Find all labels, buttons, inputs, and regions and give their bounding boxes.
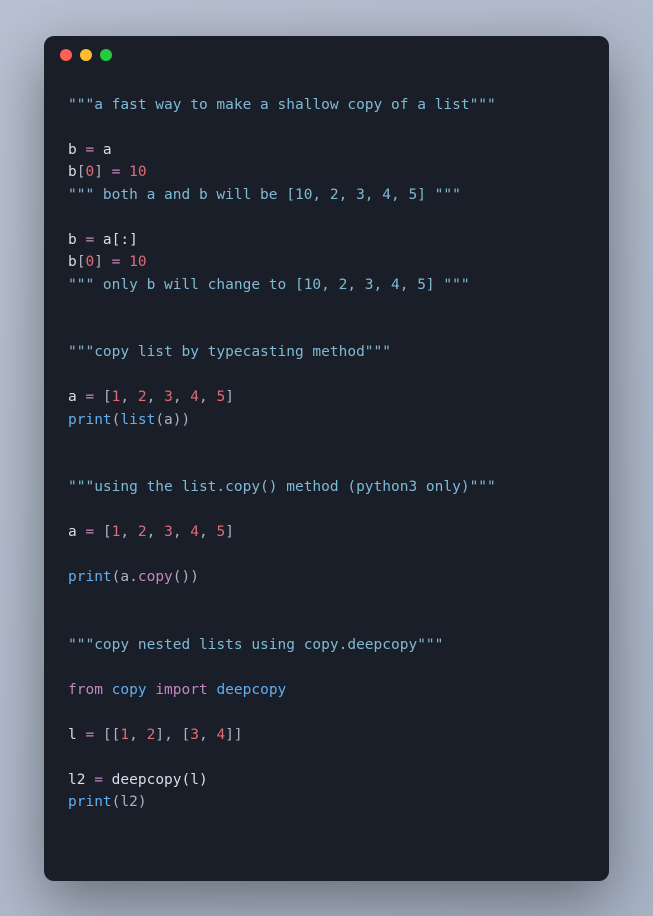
- code-var: a: [68, 389, 85, 405]
- window-titlebar: [44, 36, 609, 74]
- code-number: 3: [190, 727, 199, 743]
- minimize-icon[interactable]: [80, 49, 92, 61]
- code-number: 0: [85, 164, 94, 180]
- code-op: =: [94, 772, 103, 788]
- code-number: 4: [190, 389, 199, 405]
- code-var: l2: [68, 772, 94, 788]
- code-text: [103, 682, 112, 698]
- code-text: [147, 682, 156, 698]
- code-keyword: import: [155, 682, 207, 698]
- code-content: """a fast way to make a shallow copy of …: [44, 74, 609, 834]
- code-punc: ]: [225, 524, 234, 540]
- code-func: list: [120, 412, 155, 428]
- code-number: 0: [85, 254, 94, 270]
- code-punc: ,: [120, 524, 137, 540]
- code-var: a[:]: [94, 232, 138, 248]
- code-punc: ,: [199, 524, 216, 540]
- code-number: 10: [129, 254, 146, 270]
- code-punc: ,: [199, 389, 216, 405]
- code-punc: (a)): [155, 412, 190, 428]
- code-number: 5: [216, 524, 225, 540]
- code-number: 4: [216, 727, 225, 743]
- code-func: print: [68, 412, 112, 428]
- code-op: =: [85, 727, 94, 743]
- code-number: 3: [164, 524, 173, 540]
- code-var: b: [68, 232, 85, 248]
- docstring: """ only b will change to [10, 2, 3, 4, …: [68, 277, 470, 293]
- code-text: [120, 164, 129, 180]
- code-punc: (l2): [112, 794, 147, 810]
- code-var: l: [68, 727, 85, 743]
- code-number: 4: [190, 524, 199, 540]
- code-punc: ], [: [155, 727, 190, 743]
- code-punc: [: [94, 389, 111, 405]
- code-punc: ,: [173, 524, 190, 540]
- code-var: a: [68, 524, 85, 540]
- code-var: b: [68, 164, 77, 180]
- code-op: =: [85, 142, 94, 158]
- code-punc: ,: [147, 389, 164, 405]
- code-keyword: from: [68, 682, 103, 698]
- code-punc: (a.: [112, 569, 138, 585]
- code-punc: ]]: [225, 727, 242, 743]
- code-punc: ,: [129, 727, 146, 743]
- code-module: copy: [112, 682, 147, 698]
- code-module: deepcopy: [216, 682, 286, 698]
- docstring: """copy list by typecasting method""": [68, 344, 391, 360]
- code-var: a: [94, 142, 111, 158]
- code-func: print: [68, 569, 112, 585]
- close-icon[interactable]: [60, 49, 72, 61]
- code-op: =: [85, 389, 94, 405]
- code-punc: ,: [120, 389, 137, 405]
- code-number: 2: [138, 389, 147, 405]
- code-punc: ()): [173, 569, 199, 585]
- code-punc: ,: [199, 727, 216, 743]
- code-number: 1: [120, 727, 129, 743]
- code-punc: [[: [94, 727, 120, 743]
- code-method: copy: [138, 569, 173, 585]
- code-punc: ,: [173, 389, 190, 405]
- docstring: """a fast way to make a shallow copy of …: [68, 97, 496, 113]
- docstring: """using the list.copy() method (python3…: [68, 479, 496, 495]
- maximize-icon[interactable]: [100, 49, 112, 61]
- code-number: 10: [129, 164, 146, 180]
- code-punc: ]: [94, 164, 111, 180]
- code-number: 2: [138, 524, 147, 540]
- code-number: 3: [164, 389, 173, 405]
- code-op: =: [85, 524, 94, 540]
- code-var: b: [68, 142, 85, 158]
- code-var: deepcopy(l): [103, 772, 208, 788]
- docstring: """ both a and b will be [10, 2, 3, 4, 5…: [68, 187, 461, 203]
- code-func: print: [68, 794, 112, 810]
- code-number: 5: [216, 389, 225, 405]
- code-var: b: [68, 254, 77, 270]
- code-punc: ]: [225, 389, 234, 405]
- code-punc: ,: [147, 524, 164, 540]
- code-text: [120, 254, 129, 270]
- code-op: =: [85, 232, 94, 248]
- code-punc: ]: [94, 254, 111, 270]
- code-punc: [: [94, 524, 111, 540]
- code-window: """a fast way to make a shallow copy of …: [44, 36, 609, 881]
- docstring: """copy nested lists using copy.deepcopy…: [68, 637, 443, 653]
